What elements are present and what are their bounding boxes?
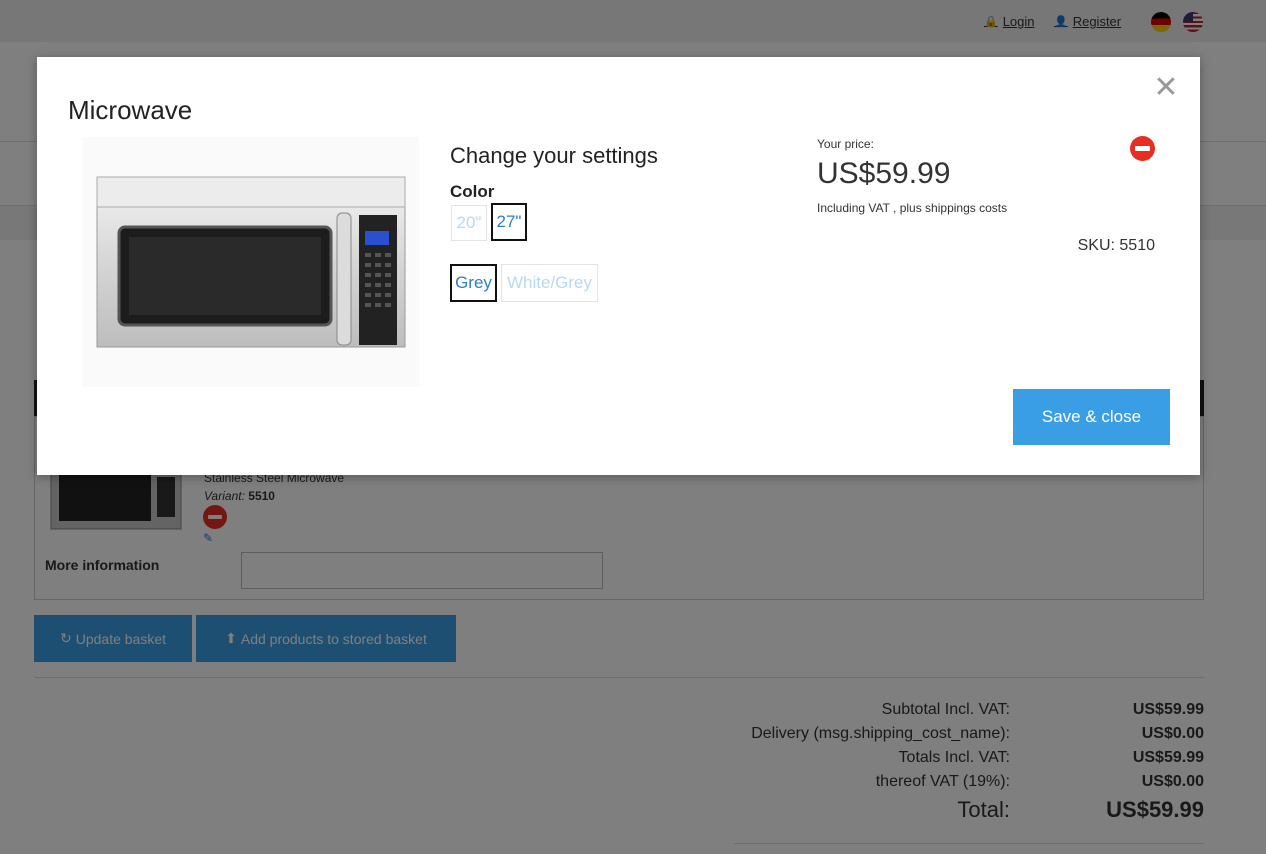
price-value: US$59.99 [817, 157, 951, 190]
close-icon[interactable]: ✕ [1153, 73, 1179, 103]
color-option-grey[interactable]: Grey [450, 264, 497, 302]
price-note: Including VAT , plus shippings costs [817, 201, 1008, 215]
remove-icon[interactable] [1130, 136, 1155, 161]
product-settings-modal: ✕ Microwave Change your settings Color 2… [37, 57, 1200, 475]
color-label: Color [450, 182, 495, 201]
save-and-close-button[interactable]: Save & close [1013, 389, 1170, 445]
color-option-white-grey[interactable]: White/Grey [501, 264, 598, 302]
modal-title: Microwave [68, 95, 193, 125]
settings-heading: Change your settings [450, 143, 658, 168]
sku-text: SKU: 5510 [1077, 237, 1155, 254]
price-label: Your price: [817, 137, 874, 151]
product-image [83, 137, 419, 387]
size-option-27[interactable]: 27" [491, 203, 527, 241]
size-option-20[interactable]: 20" [451, 205, 487, 241]
